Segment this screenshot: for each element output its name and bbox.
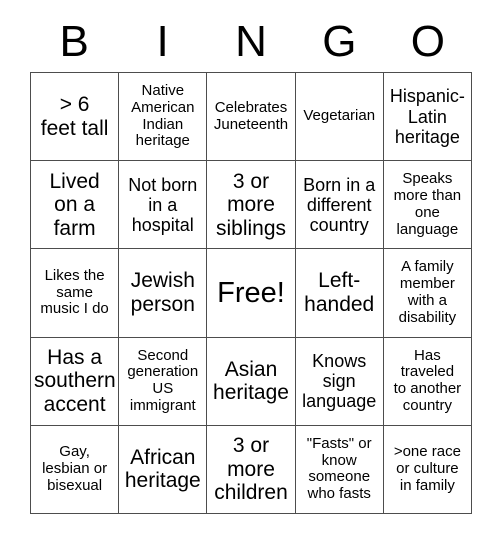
- bingo-cell-label: 3 or more children: [214, 434, 288, 505]
- bingo-cell[interactable]: Speaks more than one language: [383, 161, 472, 250]
- bingo-cell[interactable]: Likes the same music I do: [31, 249, 120, 338]
- bingo-cell-label: African heritage: [124, 445, 201, 493]
- bingo-cell[interactable]: Hispanic- Latin heritage: [383, 73, 472, 162]
- bingo-cell[interactable]: "Fasts" or know someone who fasts: [295, 425, 384, 514]
- bingo-cell[interactable]: 3 or more children: [207, 425, 296, 514]
- bingo-cell[interactable]: Jewish person: [119, 249, 208, 338]
- bingo-card: B I N G O > 6 feet tall Native American …: [0, 0, 500, 544]
- bingo-cell-label: Left- handed: [304, 269, 375, 316]
- bingo-header: B I N G O: [30, 14, 472, 70]
- bingo-cell[interactable]: Native American Indian heritage: [119, 73, 208, 162]
- bingo-cell[interactable]: Has a southern accent: [31, 337, 120, 426]
- bingo-cell[interactable]: >one race or culture in family: [383, 425, 472, 514]
- bingo-cell-label: Born in a different country: [303, 174, 376, 235]
- bingo-cell-label: >one race or culture in family: [393, 443, 461, 494]
- bingo-cell[interactable]: Celebrates Juneteenth: [207, 73, 296, 162]
- bingo-cell-label: Gay, lesbian or bisexual: [42, 443, 108, 494]
- bingo-cell-label: Vegetarian: [303, 107, 376, 125]
- bingo-cell[interactable]: > 6 feet tall: [31, 73, 120, 162]
- bingo-cell[interactable]: African heritage: [119, 425, 208, 514]
- bingo-cell-label: Not born in a hospital: [128, 174, 198, 235]
- bingo-cell[interactable]: Left- handed: [295, 249, 384, 338]
- bingo-cell-label: Lived on a farm: [49, 169, 100, 240]
- bingo-cell-label: Second generation US immigrant: [127, 346, 199, 414]
- bingo-cell[interactable]: Gay, lesbian or bisexual: [31, 425, 120, 514]
- bingo-cell-label: Hispanic- Latin heritage: [389, 86, 465, 147]
- bingo-cell-label: Likes the same music I do: [40, 266, 109, 318]
- bingo-cell-label: Asian heritage: [213, 357, 289, 405]
- bingo-header-letter-b: B: [59, 17, 89, 66]
- bingo-cell[interactable]: Vegetarian: [295, 73, 384, 162]
- bingo-grid: > 6 feet tall Native American Indian her…: [30, 72, 472, 514]
- bingo-cell[interactable]: 3 or more siblings: [207, 161, 296, 250]
- bingo-header-letter-o: O: [410, 17, 445, 66]
- bingo-cell[interactable]: Lived on a farm: [31, 161, 120, 250]
- bingo-cell[interactable]: Not born in a hospital: [119, 161, 208, 250]
- bingo-cell[interactable]: Knows sign language: [295, 337, 384, 426]
- bingo-cell-label: 3 or more siblings: [215, 169, 287, 240]
- bingo-cell-label: Knows sign language: [302, 350, 377, 412]
- bingo-cell-label: Has traveled to another country: [393, 346, 462, 414]
- bingo-cell-label: Speaks more than one language: [393, 170, 462, 238]
- bingo-cell-label: > 6 feet tall: [40, 93, 109, 140]
- bingo-cell[interactable]: Has traveled to another country: [383, 337, 472, 426]
- bingo-cell-label: Free!: [217, 276, 285, 309]
- bingo-cell-label: Jewish person: [130, 269, 195, 316]
- bingo-cell-free-space[interactable]: Free!: [207, 249, 296, 338]
- bingo-cell-label: Has a southern accent: [34, 345, 116, 416]
- bingo-cell[interactable]: Born in a different country: [295, 161, 384, 250]
- bingo-header-letter-g: G: [322, 17, 357, 66]
- bingo-cell[interactable]: Second generation US immigrant: [119, 337, 208, 426]
- bingo-header-letter-i: I: [156, 17, 169, 66]
- bingo-cell-label: Celebrates Juneteenth: [213, 98, 289, 133]
- bingo-cell[interactable]: Asian heritage: [207, 337, 296, 426]
- bingo-cell-label: "Fasts" or know someone who fasts: [306, 434, 372, 503]
- bingo-header-letter-n: N: [235, 17, 267, 66]
- bingo-cell-label: Native American Indian heritage: [131, 82, 195, 150]
- bingo-cell-label: A family member with a disability: [398, 258, 457, 326]
- bingo-cell[interactable]: A family member with a disability: [383, 249, 472, 338]
